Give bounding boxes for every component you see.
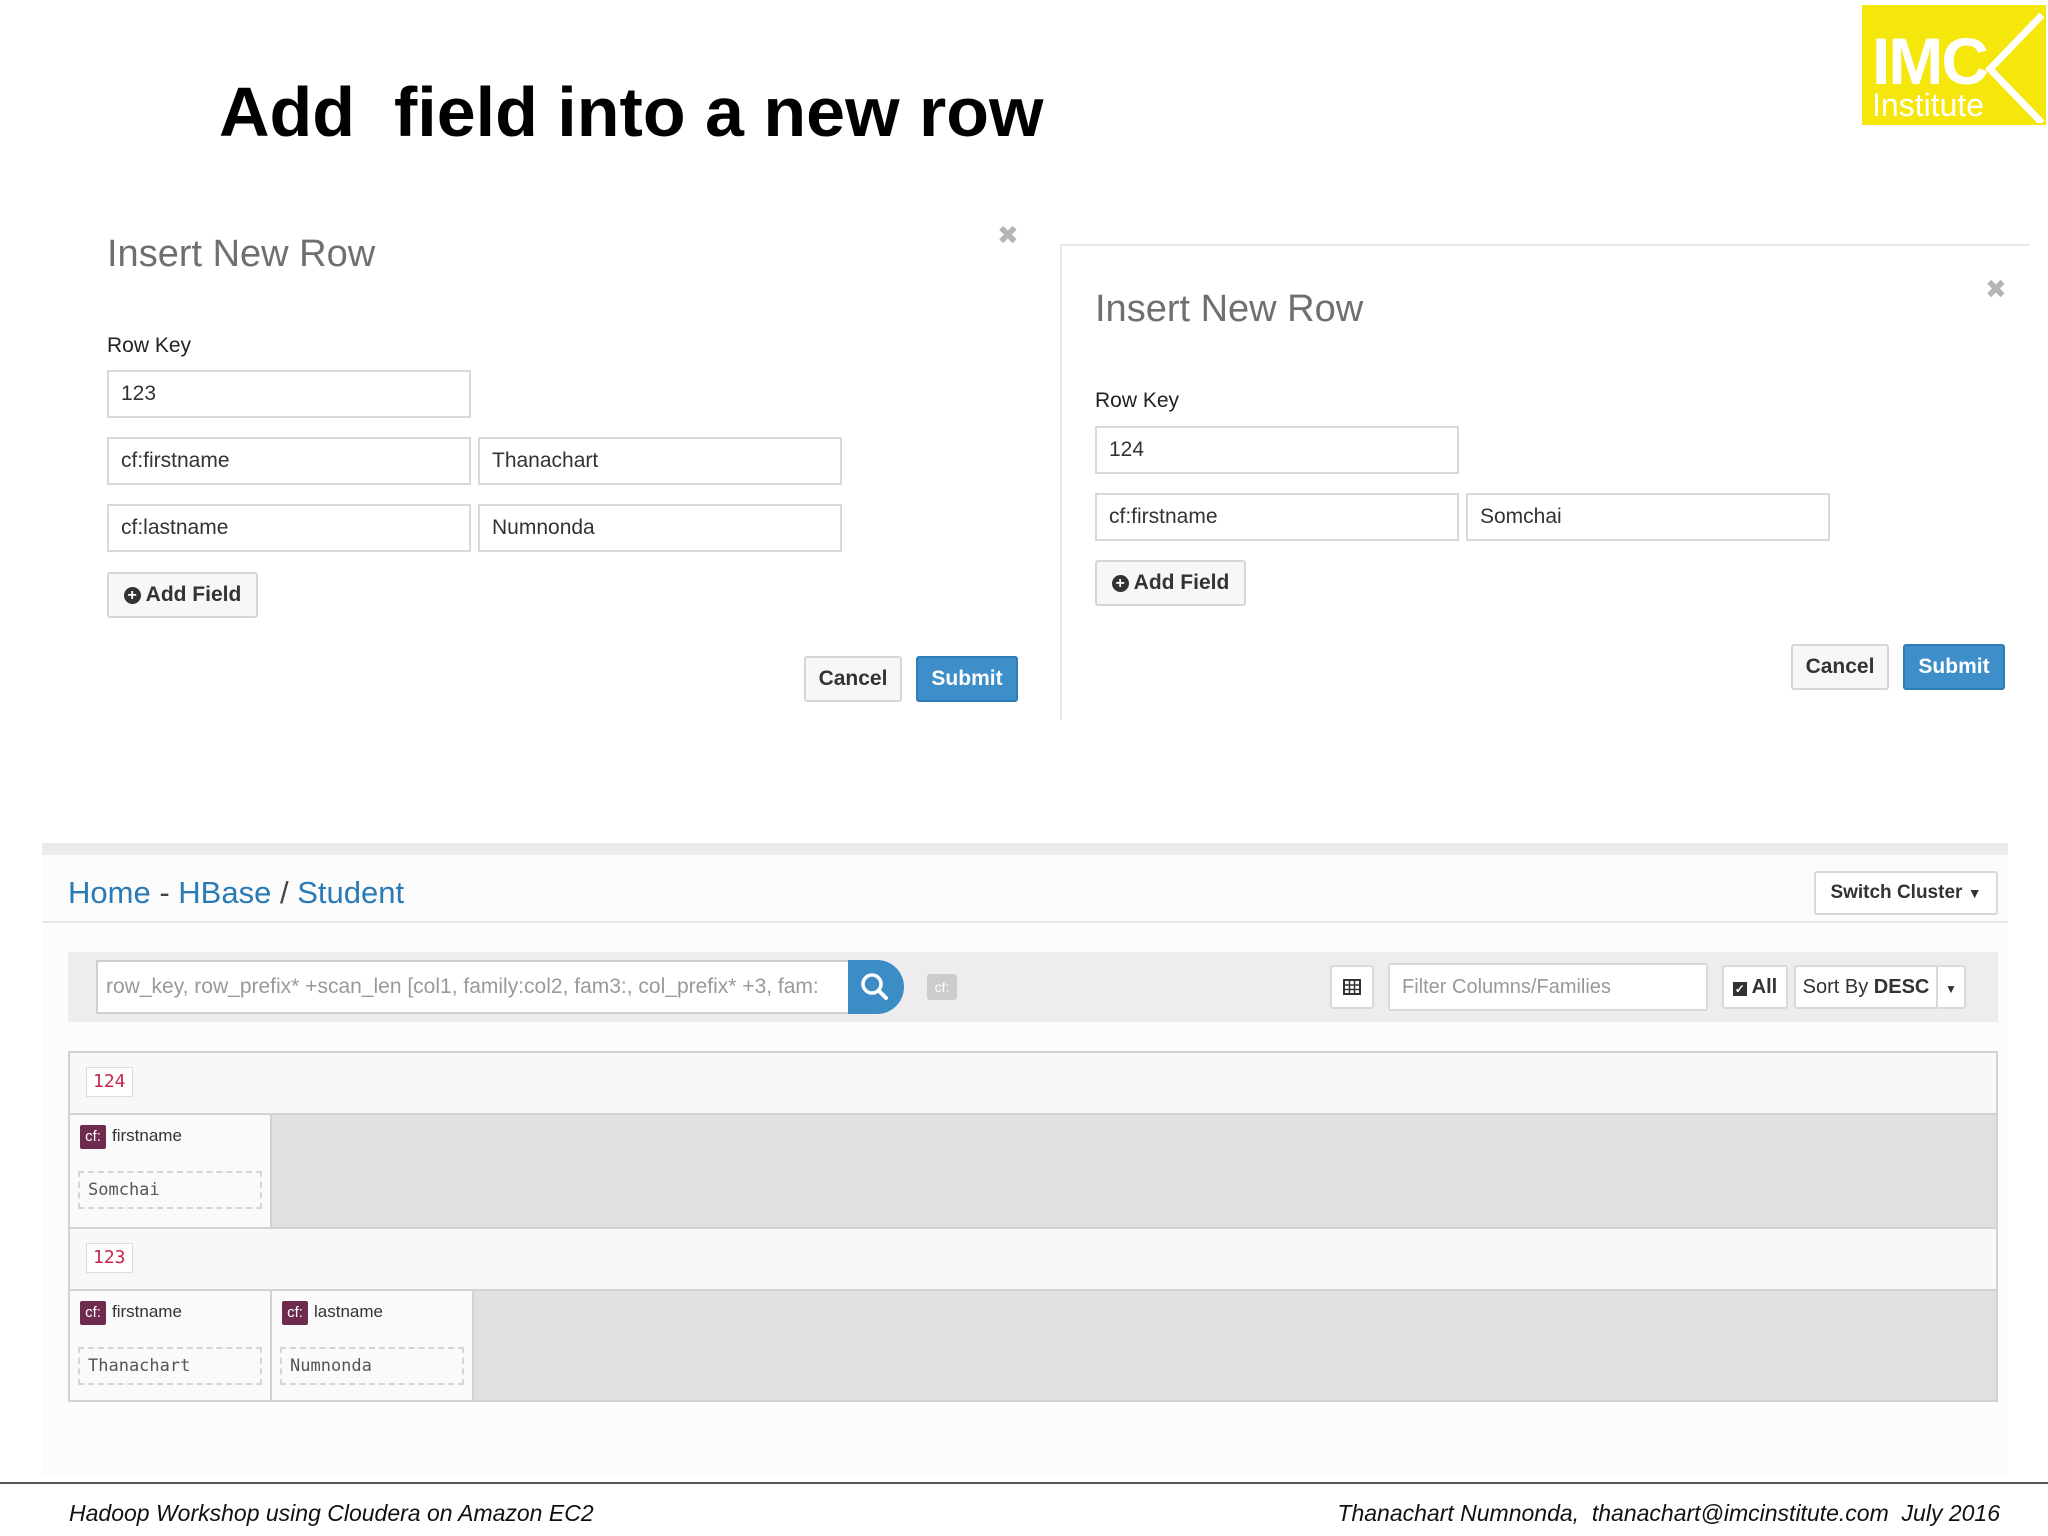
add-field-label: Add Field — [1133, 571, 1230, 594]
close-icon[interactable]: ✖ — [997, 220, 1019, 251]
table-cell[interactable]: cf: firstname Somchai — [70, 1115, 272, 1227]
footer-right-text: Thanachart Numnonda, thanachart@imcinsti… — [1337, 1500, 2000, 1526]
cancel-button[interactable]: Cancel — [804, 656, 902, 702]
divider — [42, 921, 2008, 923]
add-field-button[interactable]: + Add Field — [1095, 560, 1246, 606]
field-value-input[interactable]: Numnonda — [478, 504, 842, 552]
chevron-down-icon: ▼ — [1967, 885, 1982, 901]
column-name: firstname — [112, 1126, 182, 1145]
footer-divider — [0, 1482, 2048, 1484]
row-key-badge[interactable]: 124 — [86, 1067, 133, 1097]
breadcrumb-separator: / — [279, 875, 289, 910]
add-field-button[interactable]: + Add Field — [107, 572, 258, 618]
row-key-input[interactable]: 124 — [1095, 426, 1459, 474]
cell-value[interactable]: Somchai — [78, 1171, 262, 1209]
search-button[interactable] — [848, 960, 904, 1014]
row-key-badge[interactable]: 123 — [86, 1243, 133, 1273]
plus-circle-icon: + — [1111, 575, 1129, 592]
insert-row-modal-left: Insert New Row ✖ Row Key 123 cf:firstnam… — [80, 210, 1020, 730]
logo-chevron-icon — [1985, 12, 2045, 123]
field-column-input[interactable]: cf:lastname — [107, 504, 471, 552]
row-key-label: Row Key — [107, 334, 192, 357]
sort-label: Sort By — [1802, 976, 1869, 998]
browser-topbar — [42, 843, 2008, 855]
chevron-down-icon: ▼ — [1945, 982, 1957, 996]
breadcrumb: Home - HBase / Student — [68, 875, 404, 911]
sort-button[interactable]: Sort By DESC — [1794, 965, 1938, 1009]
add-field-label: Add Field — [145, 583, 242, 606]
search-toolbar: row_key, row_prefix* +scan_len [col1, fa… — [68, 952, 1998, 1022]
breadcrumb-home[interactable]: Home — [68, 875, 151, 910]
row-header: 123 — [70, 1227, 1996, 1291]
column-name: firstname — [112, 1302, 182, 1321]
row-key-label: Row Key — [1095, 389, 1180, 412]
field-value-input[interactable]: Somchai — [1466, 493, 1830, 541]
rows-grid: 124 cf: firstname Somchai 123 cf: firstn… — [68, 1051, 1998, 1402]
row-header: 124 — [70, 1053, 1996, 1115]
footer-left-text: Hadoop Workshop using Cloudera on Amazon… — [69, 1500, 594, 1526]
slide-title: Add field into a new row — [219, 73, 1044, 151]
switch-cluster-button[interactable]: Switch Cluster ▼ — [1814, 871, 1998, 915]
row-key-input[interactable]: 123 — [107, 370, 471, 418]
field-column-input[interactable]: cf:firstname — [107, 437, 471, 485]
table-cell[interactable]: cf: lastname Numnonda — [272, 1291, 474, 1400]
checkbox-checked-icon: ✓ — [1732, 982, 1747, 996]
column-family-tag: cf: — [282, 1301, 308, 1325]
imc-logo: IMC Institute — [1862, 5, 2046, 125]
row-search-input[interactable]: row_key, row_prefix* +scan_len [col1, fa… — [96, 960, 850, 1014]
select-all-label: All — [1751, 976, 1778, 998]
column-family-tag: cf: — [80, 1301, 106, 1325]
modal-title: Insert New Row — [1095, 288, 1364, 330]
cell-value[interactable]: Numnonda — [280, 1347, 464, 1385]
grid-view-button[interactable] — [1330, 965, 1374, 1009]
submit-button[interactable]: Submit — [1903, 644, 2005, 690]
close-icon[interactable]: ✖ — [1985, 274, 2007, 305]
table-icon — [1343, 979, 1361, 995]
switch-cluster-label: Switch Cluster — [1830, 882, 1963, 903]
select-all-button[interactable]: ✓ All — [1722, 965, 1788, 1009]
column-family-tag: cf: — [80, 1125, 106, 1149]
breadcrumb-hbase[interactable]: HBase — [178, 875, 271, 910]
cancel-button[interactable]: Cancel — [1791, 644, 1889, 690]
submit-button[interactable]: Submit — [916, 656, 1018, 702]
table-cell[interactable]: cf: firstname Thanachart — [70, 1291, 272, 1400]
column-name: lastname — [314, 1302, 383, 1321]
modal-title: Insert New Row — [107, 233, 376, 275]
sort-dropdown-toggle[interactable]: ▼ — [1936, 965, 1966, 1009]
filter-columns-input[interactable]: Filter Columns/Families — [1388, 963, 1708, 1011]
breadcrumb-separator: - — [159, 875, 170, 910]
sort-value: DESC — [1873, 976, 1930, 998]
field-value-input[interactable]: Thanachart — [478, 437, 842, 485]
field-column-input[interactable]: cf:firstname — [1095, 493, 1459, 541]
breadcrumb-table[interactable]: Student — [297, 875, 404, 910]
cf-filter-badge[interactable]: cf: — [927, 974, 957, 1000]
search-icon — [861, 973, 888, 1000]
insert-row-modal-right: Insert New Row ✖ Row Key 124 cf:firstnam… — [1060, 244, 2030, 720]
logo-text-institute: Institute — [1872, 87, 1985, 123]
plus-circle-icon: + — [123, 587, 141, 604]
cell-value[interactable]: Thanachart — [78, 1347, 262, 1385]
